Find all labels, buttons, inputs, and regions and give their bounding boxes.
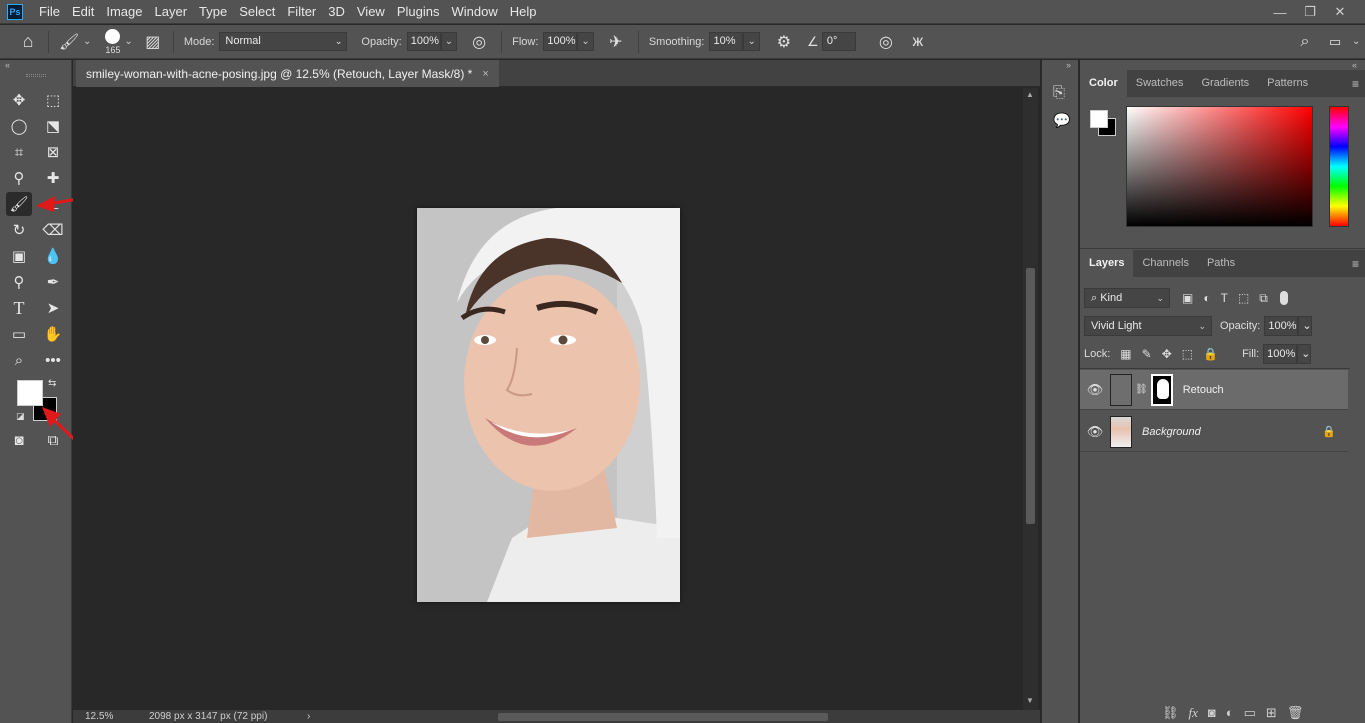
blend-row: Vivid Light ⌄ Opacity: 100% ⌄ [1084,315,1313,337]
document-tab[interactable]: smiley-woman-with-acne-posing.jpg @ 12.5… [76,60,499,87]
filter-toggle[interactable] [1279,291,1288,305]
fill-label: Fill: [1242,348,1260,360]
layers-footer: ⛓ fx ◙ ◐ ▭ ⊞ 🗑 [1162,705,1303,721]
layer-opacity-dropdown-icon[interactable]: ⌄ [1298,316,1313,336]
color-foreground-swatch[interactable] [1090,110,1108,128]
chevron-down-icon: ⌄ [1156,293,1164,303]
vertical-scroll-thumb[interactable] [1026,268,1035,524]
portrait-photo [417,208,680,602]
blend-mode-value: Vivid Light [1091,320,1142,332]
tab-channels[interactable]: Channels [1133,250,1197,277]
layer-thumbnail [1110,415,1132,448]
tab-swatches[interactable]: Swatches [1127,70,1193,97]
eye-icon[interactable]: 👁 [1080,424,1110,440]
document-tab-bar: smiley-woman-with-acne-posing.jpg @ 12.5… [73,60,1040,87]
status-arrow-icon[interactable]: › [307,711,310,722]
layers-panel-tabs: Layers Channels Paths ≡ [1080,250,1365,277]
lock-pixels-icon[interactable]: ✎ [1142,347,1162,361]
link-icon[interactable]: ⛓ [1162,705,1179,721]
fill-dropdown-icon[interactable]: ⌄ [1297,344,1312,364]
fill-input[interactable]: 100% [1263,344,1298,364]
layer-name[interactable]: Background [1142,426,1201,438]
lock-transparent-icon[interactable]: ▦ [1120,347,1141,361]
link-icon[interactable]: ⛓ [1135,384,1148,395]
document-title: smiley-woman-with-acne-posing.jpg @ 12.5… [86,66,473,81]
document-image[interactable] [417,208,680,602]
tab-patterns[interactable]: Patterns [1258,70,1317,97]
layer-kind-filter[interactable]: ⌕ Kind ⌄ [1084,288,1170,308]
collapse-icon[interactable]: » [1066,60,1071,70]
collapse-icon[interactable]: « [1352,60,1357,70]
mask-shape [1156,378,1169,399]
zoom-level[interactable]: 12.5% [85,711,135,722]
trash-icon[interactable]: 🗑 [1287,705,1304,721]
mask-icon[interactable]: ◙ [1208,705,1216,721]
blend-mode-select[interactable]: Vivid Light ⌄ [1084,316,1212,336]
layer-row-retouch[interactable]: 👁 ⛓ Retouch [1080,370,1348,410]
folder-icon[interactable]: ▭ [1244,705,1256,721]
adjustment-icon[interactable]: ◐ [1226,705,1234,721]
lock-icons: ▦✎✥⬚🔒 [1120,347,1228,361]
close-tab-icon[interactable]: × [482,68,488,80]
lock-icon[interactable]: 🔒 [1322,425,1336,438]
lock-label: Lock: [1084,348,1111,360]
hue-slider[interactable] [1329,106,1349,227]
layer-mask-thumbnail[interactable] [1150,373,1173,406]
lock-row: Lock: ▦✎✥⬚🔒 Fill: 100% ⌄ [1084,343,1312,365]
comments-panel-icon[interactable]: 💬 [1053,112,1070,129]
new-layer-icon[interactable]: ⊞ [1266,705,1277,721]
document-dimensions: 2098 px x 3147 px (72 ppi) [149,711,268,722]
layer-filter-row: ⌕ Kind ⌄ ▣◐T⬚⧉ [1084,287,1288,309]
shape-filter-icon[interactable]: ⬚ [1238,291,1259,305]
tab-paths[interactable]: Paths [1198,250,1244,277]
right-panels: « Color Swatches Gradients Patterns ≡ La… [1080,60,1365,723]
divider [1080,248,1365,249]
panel-icon-strip: » ⎘ 💬 [1041,60,1079,723]
history-panel-icon[interactable]: ⎘ [1053,84,1065,101]
smart-object-filter-icon[interactable]: ⧉ [1259,291,1278,305]
hamburger-icon[interactable]: ≡ [1352,77,1359,91]
layer-row-background[interactable]: 👁 Background 🔒 [1080,412,1348,452]
scroll-down-icon[interactable]: ▼ [1026,696,1034,705]
tab-layers[interactable]: Layers [1080,250,1134,277]
vertical-scrollbar[interactable]: ▲ ▼ [1023,88,1038,710]
tab-gradients[interactable]: Gradients [1192,70,1258,97]
type-filter-icon[interactable]: T [1221,291,1238,305]
arrow-head-brush [36,196,55,212]
search-icon: ⌕ [1091,292,1101,304]
divider [1080,368,1350,369]
filter-icons: ▣◐T⬚⧉ [1182,291,1278,306]
chevron-down-icon: ⌄ [1198,321,1206,331]
tab-color[interactable]: Color [1080,70,1127,97]
layer-thumbnail [1110,373,1132,406]
kind-label: Kind [1100,292,1123,304]
scroll-up-icon[interactable]: ▲ [1026,90,1034,99]
horizontal-scroll-thumb[interactable] [498,713,828,721]
pixel-filter-icon[interactable]: ▣ [1182,291,1203,305]
adjustment-filter-icon[interactable]: ◐ [1203,291,1220,305]
layer-opacity-input[interactable]: 100% [1264,316,1299,336]
layer-opacity-label: Opacity: [1220,320,1261,332]
fx-icon[interactable]: fx [1189,705,1198,721]
lock-artboard-icon[interactable]: ⬚ [1182,347,1203,361]
layer-name[interactable]: Retouch [1183,384,1224,396]
lock-position-icon[interactable]: ✥ [1162,347,1182,361]
status-bar: 12.5% 2098 px x 3147 px (72 ppi) › [73,710,1040,723]
color-saturation-field[interactable] [1126,106,1313,227]
hamburger-icon[interactable]: ≡ [1352,257,1359,271]
lock-all-icon[interactable]: 🔒 [1203,347,1228,361]
eye-icon[interactable]: 👁 [1080,382,1110,398]
color-panel-tabs: Color Swatches Gradients Patterns ≡ [1080,70,1365,97]
